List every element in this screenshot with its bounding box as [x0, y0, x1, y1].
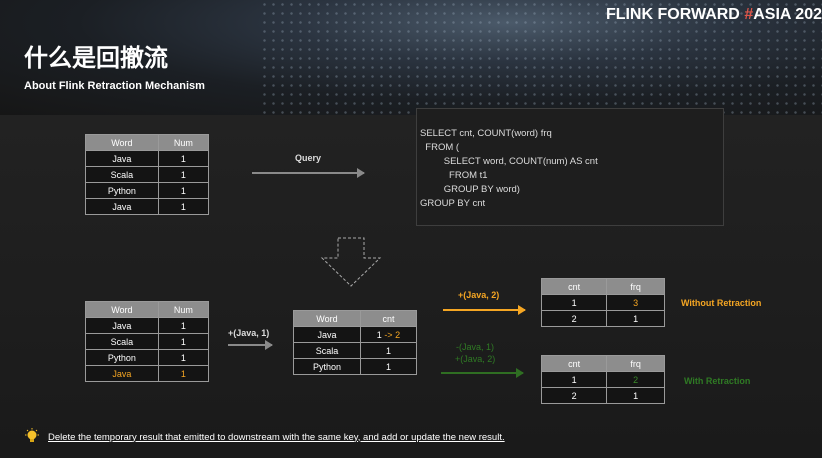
word-count-table: Word cnt Java 1 -> 2 Scala 1 Python 1 — [293, 310, 418, 375]
input-arrow — [228, 340, 273, 350]
table-header-row: Word Num — [85, 134, 210, 151]
cell: Python — [85, 182, 159, 199]
brand-hash: # — [744, 6, 754, 23]
cell: 1 — [157, 166, 210, 183]
cell: 1 — [606, 310, 665, 327]
cell: 1 — [157, 365, 210, 382]
with-arrow — [441, 368, 524, 378]
retract-label: -(Java, 1) — [456, 342, 495, 352]
without-arrow-label: +(Java, 2) — [458, 290, 500, 300]
cell: 1 — [540, 294, 608, 311]
table-row: Python 1 — [85, 182, 210, 199]
down-arrow-icon — [320, 237, 382, 287]
with-retraction-table: cnt frq 12 21 — [540, 355, 665, 404]
table-header-row: Word Num — [85, 301, 210, 318]
sql-line: SELECT cnt, COUNT(word) frq — [420, 128, 552, 139]
cell: 1 — [157, 333, 210, 350]
cell: 1 — [157, 198, 210, 215]
cell: 2 — [606, 371, 665, 388]
cell: 2 — [540, 310, 608, 327]
query-arrow — [252, 168, 365, 178]
cell: 1 — [359, 358, 418, 375]
cell: Scala — [85, 166, 159, 183]
table-row: Java 1 — [85, 198, 210, 215]
cell: Java — [85, 365, 159, 382]
sql-line: FROM ( — [420, 142, 460, 153]
table-header-row: cnt frq — [540, 278, 665, 295]
table-row: Scala 1 — [85, 166, 210, 183]
cell: 1 — [157, 317, 210, 334]
without-retraction-title: Without Retraction — [681, 298, 762, 308]
table-header: frq — [606, 355, 665, 372]
query-label: Query — [295, 153, 322, 163]
table-row: Java 1 — [85, 365, 210, 382]
footer-text: Delete the temporary result that emitted… — [48, 431, 505, 443]
table-header: cnt — [359, 310, 418, 327]
cell: Java — [85, 198, 159, 215]
old-count: 1 — [376, 329, 382, 340]
table-header-row: Word cnt — [293, 310, 418, 327]
new-count: 2 — [395, 329, 401, 340]
cell: 1 — [157, 150, 210, 167]
cell: Java — [293, 326, 361, 343]
table-header: cnt — [540, 355, 608, 372]
add-label: +(Java, 2) — [455, 354, 496, 364]
cell: 1 — [359, 342, 418, 359]
table-header-row: cnt frq — [540, 355, 665, 372]
table-row: Java 1 — [85, 150, 210, 167]
table-header: cnt — [540, 278, 608, 295]
cell: 1 — [157, 182, 210, 199]
cell: Scala — [85, 333, 159, 350]
brand-prefix: FLINK FORWARD — [605, 6, 740, 23]
table-row: Python 1 — [293, 358, 418, 375]
cell: 1 — [606, 387, 665, 404]
cell: Java — [85, 150, 159, 167]
cell: 2 — [540, 387, 608, 404]
table-row: Java 1 — [85, 317, 210, 334]
sql-line: SELECT word, COUNT(num) AS cnt — [420, 156, 598, 167]
input-arrow-label: +(Java, 1) — [228, 328, 270, 338]
table-header: Word — [85, 301, 159, 318]
sql-line: GROUP BY word) — [420, 184, 520, 195]
table-row: Python 1 — [85, 349, 210, 366]
source-table: Word Num Java 1 Scala 1 Python 1 Java 1 — [85, 134, 210, 215]
footer-note: Delete the temporary result that emitted… — [24, 428, 505, 446]
update-arrow: -> — [384, 329, 393, 340]
table-header: frq — [606, 278, 665, 295]
table-row: Scala 1 — [293, 342, 418, 359]
without-arrow — [443, 305, 526, 315]
cell: 1 — [540, 371, 608, 388]
sql-line: FROM t1 — [420, 170, 488, 181]
lightbulb-icon — [25, 428, 39, 442]
table-row: 13 — [540, 294, 665, 311]
input-table: Word Num Java 1 Scala 1 Python 1 Java 1 — [85, 301, 210, 382]
cell-update: 1 -> 2 — [359, 326, 418, 343]
brand-suffix: ASIA 202 — [753, 6, 822, 23]
table-header: Num — [157, 134, 210, 151]
cell: Java — [85, 317, 159, 334]
cell: Python — [85, 349, 159, 366]
without-retraction-table: cnt frq 13 21 — [540, 278, 665, 327]
cell: Python — [293, 358, 361, 375]
cell: 3 — [606, 294, 665, 311]
with-retraction-title: With Retraction — [684, 376, 751, 386]
cell: Scala — [293, 342, 361, 359]
table-row: Java 1 -> 2 — [293, 326, 418, 343]
table-header: Word — [85, 134, 159, 151]
slide-title: 什么是回撤流 — [24, 44, 168, 72]
table-row: Scala 1 — [85, 333, 210, 350]
slide-subtitle: About Flink Retraction Mechanism — [24, 80, 205, 92]
table-row: 12 — [540, 371, 665, 388]
table-header: Word — [293, 310, 361, 327]
table-header: Num — [157, 301, 210, 318]
table-row: 21 — [540, 310, 665, 327]
table-row: 21 — [540, 387, 665, 404]
sql-line: GROUP BY cnt — [420, 198, 486, 209]
brand-logo: FLINK FORWARD #ASIA 202 — [606, 6, 822, 24]
cell: 1 — [157, 349, 210, 366]
